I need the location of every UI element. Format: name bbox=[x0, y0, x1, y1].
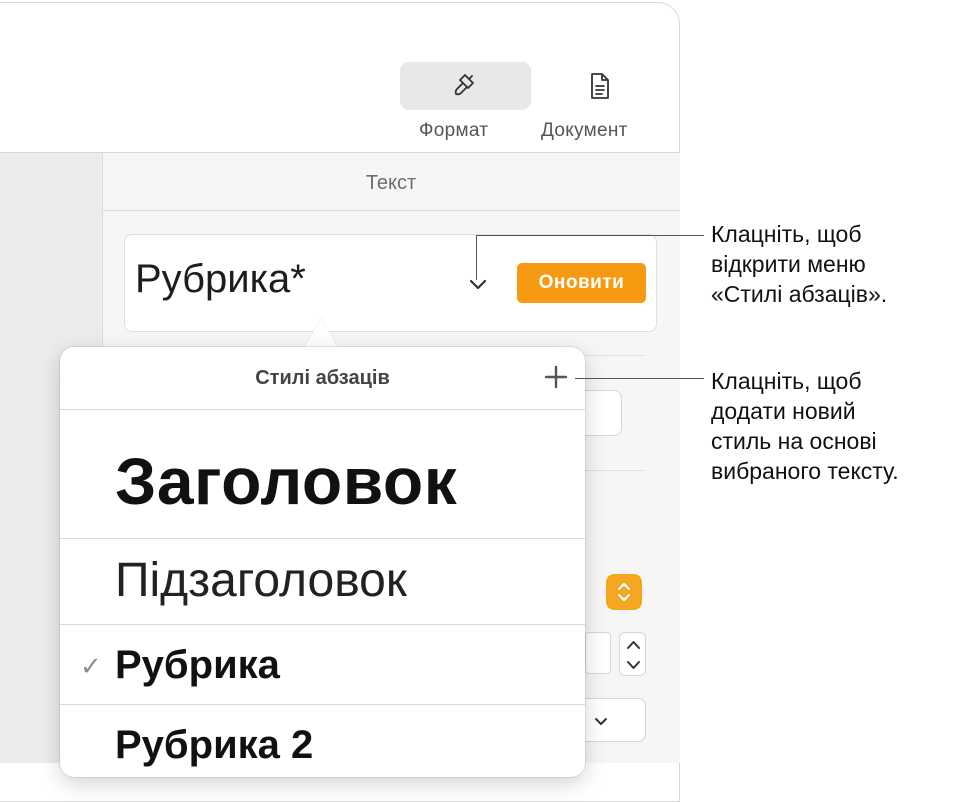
spacing-field[interactable] bbox=[585, 632, 611, 674]
style-item-label: Заголовок bbox=[115, 444, 458, 518]
style-item-rubric-2[interactable]: Рубрика 2 bbox=[60, 705, 585, 777]
paragraph-style-selector[interactable]: Рубрика* Оновити bbox=[124, 234, 657, 332]
callout-leader-line bbox=[476, 235, 704, 236]
style-item-label: Рубрика bbox=[115, 643, 280, 687]
paintbrush-icon bbox=[454, 74, 474, 96]
popover-arrow bbox=[303, 319, 339, 349]
sidebar-divider bbox=[585, 355, 645, 356]
sidebar-divider bbox=[585, 470, 645, 471]
checkmark-icon: ✓ bbox=[80, 651, 102, 681]
chevron-down-icon[interactable] bbox=[467, 273, 489, 295]
style-item-heading[interactable]: Заголовок bbox=[60, 409, 585, 539]
current-style-name: Рубрика* bbox=[135, 257, 306, 301]
callout-add-text: Клацніть, щоб додати новий стиль на осно… bbox=[711, 368, 899, 484]
popover-header: Стилі абзаців bbox=[60, 347, 585, 410]
style-item-subheading[interactable]: Підзаголовок bbox=[60, 539, 585, 625]
style-item-rubric[interactable]: ✓ Рубрика bbox=[60, 625, 585, 705]
style-item-label: Рубрика 2 bbox=[115, 723, 314, 767]
paragraph-styles-popover: Стилі абзаців Заголовок Підзаголовок ✓ Р… bbox=[60, 347, 585, 777]
up-down-chevron-icon bbox=[617, 582, 631, 602]
font-size-stepper[interactable] bbox=[606, 574, 642, 610]
spacing-stepper[interactable] bbox=[619, 632, 646, 676]
up-down-chevron-icon bbox=[627, 641, 640, 669]
callout-leader-line bbox=[575, 378, 704, 379]
section-title-text: Текст bbox=[365, 172, 417, 194]
document-label: Документ bbox=[541, 120, 628, 141]
update-style-button[interactable]: Оновити bbox=[517, 263, 646, 303]
format-label: Формат bbox=[419, 120, 489, 141]
chevron-down-icon bbox=[595, 718, 607, 725]
callout-leader-line bbox=[476, 235, 477, 280]
document-icon bbox=[591, 73, 609, 99]
format-button[interactable] bbox=[400, 62, 531, 110]
section-divider bbox=[102, 210, 680, 211]
document-button[interactable] bbox=[560, 62, 640, 110]
add-style-icon[interactable] bbox=[540, 361, 572, 393]
callout-menu-text: Клацніть, щоб відкрити меню «Стилі абзац… bbox=[711, 221, 888, 307]
popover-title: Стилі абзаців bbox=[255, 367, 390, 389]
style-item-label: Підзаголовок bbox=[115, 554, 407, 607]
